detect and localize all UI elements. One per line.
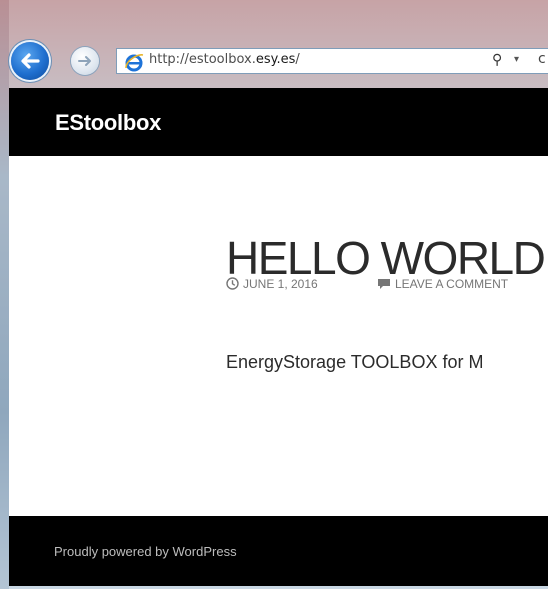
search-icon[interactable]: ⚲: [492, 52, 502, 68]
chevron-down-icon[interactable]: ▾: [514, 54, 519, 65]
address-url[interactable]: http://estoolbox.esy.es/: [149, 52, 300, 67]
site-header: EStoolbox: [9, 88, 548, 156]
back-button[interactable]: [11, 42, 49, 80]
window-left-edge: [0, 0, 9, 589]
post-date-text: JUNE 1, 2016: [243, 277, 318, 291]
forward-button[interactable]: [71, 47, 99, 75]
url-domain: esy.es: [255, 52, 296, 67]
clock-icon: [226, 277, 239, 290]
back-arrow-icon: [21, 53, 40, 69]
url-suffix: /: [295, 52, 300, 67]
page-viewport: EStoolbox HELLO WORLD JUNE 1, 2016 LEAVE…: [9, 88, 548, 586]
leave-comment-text: LEAVE A COMMENT: [395, 277, 509, 291]
post-excerpt: EnergyStorage TOOLBOX for M: [226, 352, 484, 372]
site-title[interactable]: EStoolbox: [55, 110, 161, 136]
refresh-icon[interactable]: c: [538, 51, 546, 67]
footer-credit[interactable]: Proudly powered by WordPress: [54, 544, 237, 559]
leave-comment-link[interactable]: LEAVE A COMMENT: [377, 277, 508, 291]
url-prefix: http://estoolbox.: [149, 52, 256, 67]
forward-arrow-icon: [78, 56, 91, 66]
site-footer: Proudly powered by WordPress: [9, 516, 548, 586]
internet-explorer-icon: [125, 54, 144, 72]
post-date[interactable]: JUNE 1, 2016: [226, 277, 318, 291]
comment-icon: [378, 279, 390, 289]
